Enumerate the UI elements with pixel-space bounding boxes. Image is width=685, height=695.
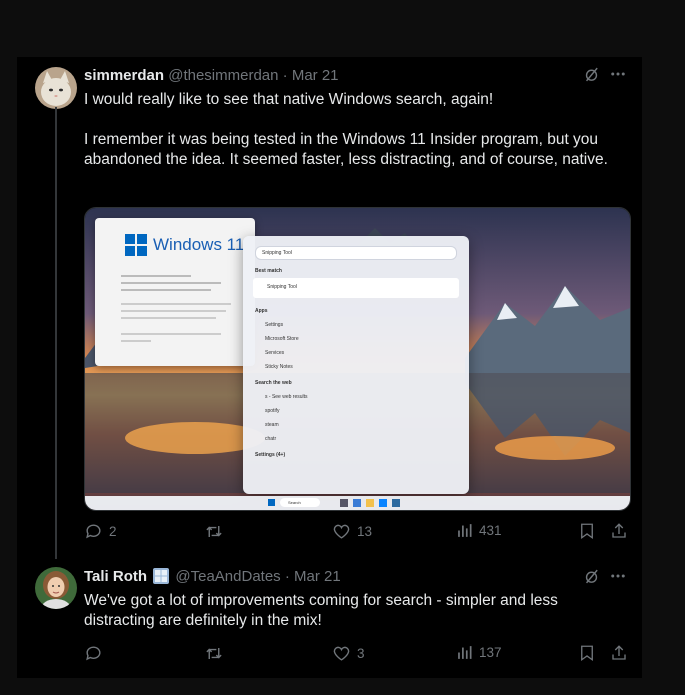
app-item[interactable]: Services xyxy=(265,350,284,356)
share-button[interactable] xyxy=(610,522,628,540)
retweet-button[interactable] xyxy=(204,522,230,541)
settings-footer: Settings (4+) xyxy=(255,452,286,458)
web-item[interactable]: chatr xyxy=(265,436,276,442)
windows-flag-icon xyxy=(153,568,170,584)
about-windows-dialog: Windows 11 xyxy=(95,218,255,366)
like-count: 3 xyxy=(357,646,365,661)
tweet-actions: 2 13 431 xyxy=(84,522,629,546)
more-icon[interactable] xyxy=(609,65,627,88)
best-match-header: Best match xyxy=(255,268,282,274)
share-icon xyxy=(612,523,626,538)
retweet-button[interactable] xyxy=(204,644,230,663)
like-icon xyxy=(333,524,350,539)
like-icon xyxy=(333,646,350,661)
share-icon xyxy=(612,645,626,660)
avatar[interactable] xyxy=(35,567,77,609)
tweet-text: We've got a lot of improvements coming f… xyxy=(84,591,629,631)
taskbar-app-icon[interactable] xyxy=(340,499,348,507)
thread-line xyxy=(55,107,57,559)
like-button[interactable]: 3 xyxy=(332,644,365,663)
like-button[interactable]: 13 xyxy=(332,522,372,541)
tweet-paragraph: I remember it was being tested in the Wi… xyxy=(84,131,608,168)
separator-dot: · xyxy=(282,67,288,84)
more-icon[interactable] xyxy=(609,567,627,590)
tweet-date[interactable]: Mar 21 xyxy=(292,67,339,84)
reply-count: 2 xyxy=(109,524,117,539)
tweet-paragraph: We've got a lot of improvements coming f… xyxy=(84,592,558,629)
separator-dot: · xyxy=(284,568,290,585)
grok-icon[interactable] xyxy=(583,66,600,88)
reply-button[interactable]: 2 xyxy=(84,522,117,541)
best-match-row[interactable]: Snipping Tool xyxy=(253,278,459,298)
web-item[interactable]: steam xyxy=(265,422,279,428)
tweet-actions: 3 137 xyxy=(84,644,629,668)
taskbar-search-label: Search xyxy=(288,500,301,505)
views-button[interactable]: 137 xyxy=(456,644,502,661)
reply-icon xyxy=(86,524,101,539)
user-handle[interactable]: @thesimmerdan xyxy=(168,67,278,84)
avatar[interactable] xyxy=(35,67,77,109)
display-name[interactable]: simmerdan xyxy=(84,67,164,84)
web-item[interactable]: spotify xyxy=(265,408,279,414)
bookmark-button[interactable] xyxy=(578,522,596,540)
display-name[interactable]: Tali Roth xyxy=(84,568,147,585)
taskbar-search-box[interactable]: Search xyxy=(280,498,320,507)
tweet-media-image[interactable]: Windows 11 Snipping Tool Best match Snip… xyxy=(84,207,631,511)
view-count: 431 xyxy=(479,523,502,538)
app-item[interactable]: Settings xyxy=(265,322,283,328)
like-count: 13 xyxy=(357,524,373,539)
windows-logo-icon xyxy=(125,234,147,256)
search-placeholder: Snipping Tool xyxy=(262,250,292,256)
retweet-icon xyxy=(206,647,222,660)
bookmark-icon xyxy=(581,523,593,540)
taskbar: Search xyxy=(85,496,630,510)
taskbar-app-icon[interactable] xyxy=(353,499,361,507)
tweet-tali-roth[interactable]: Tali Roth @TeaAndDates · Mar 21 We've go… xyxy=(17,557,642,678)
tweet-text: I would really like to see that native W… xyxy=(84,90,629,170)
best-match-item: Snipping Tool xyxy=(267,284,297,290)
windows-logo-text: Windows 11 xyxy=(153,235,245,254)
tweet-paragraph: I would really like to see that native W… xyxy=(84,91,494,108)
app-item[interactable]: Sticky Notes xyxy=(265,364,293,370)
taskbar-app-icon[interactable] xyxy=(366,499,374,507)
bookmark-icon xyxy=(581,645,593,662)
bookmark-button[interactable] xyxy=(578,644,596,662)
views-button[interactable]: 431 xyxy=(456,522,502,539)
retweet-icon xyxy=(206,525,222,538)
conversation-panel: simmerdan @thesimmerdan · Mar 21 I would… xyxy=(17,57,642,678)
views-icon xyxy=(458,524,472,537)
grok-icon[interactable] xyxy=(583,568,600,590)
share-button[interactable] xyxy=(610,644,628,662)
tweet-date[interactable]: Mar 21 xyxy=(294,568,341,585)
web-item[interactable]: s - See web results xyxy=(265,394,308,400)
app-item[interactable]: Microsoft Store xyxy=(265,336,299,342)
views-icon xyxy=(458,646,472,659)
user-handle[interactable]: @TeaAndDates xyxy=(175,568,280,585)
tweet-header: Tali Roth @TeaAndDates · Mar 21 xyxy=(84,567,341,587)
taskbar-app-icon[interactable] xyxy=(392,499,400,507)
flyout-search-box[interactable]: Snipping Tool xyxy=(255,246,457,260)
web-header: Search the web xyxy=(255,380,292,386)
start-search-flyout: Snipping Tool Best match Snipping Tool A… xyxy=(243,236,469,494)
taskbar-app-icon[interactable] xyxy=(379,499,387,507)
start-button-icon[interactable] xyxy=(268,499,275,506)
reply-button[interactable] xyxy=(84,644,109,663)
reply-icon xyxy=(86,646,101,661)
tweet-simmerdan[interactable]: simmerdan @thesimmerdan · Mar 21 I would… xyxy=(17,57,642,559)
view-count: 137 xyxy=(479,645,502,660)
tweet-header: simmerdan @thesimmerdan · Mar 21 xyxy=(84,66,339,86)
apps-header: Apps xyxy=(255,308,268,314)
